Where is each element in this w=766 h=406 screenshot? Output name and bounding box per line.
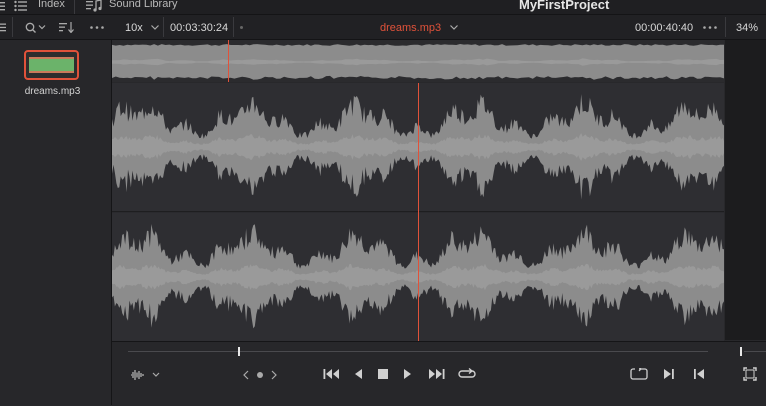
chevron-down-icon[interactable]: [151, 25, 159, 30]
skip-to-end-icon[interactable]: [427, 368, 445, 380]
play-reverse-icon[interactable]: [353, 368, 363, 380]
divider: [163, 17, 164, 37]
waveform-overview[interactable]: [112, 40, 724, 82]
sort-icon[interactable]: [59, 22, 75, 33]
project-title: MyFirstProject: [519, 0, 610, 12]
timecode-duration: 00:03:30:24: [170, 22, 229, 34]
panel-menu-icon[interactable]: [0, 23, 7, 32]
zoom-percent: 34%: [736, 22, 759, 34]
scrubber-track[interactable]: [128, 351, 708, 352]
fullscreen-icon[interactable]: [743, 367, 757, 381]
divider: [74, 0, 75, 14]
waveform-channels[interactable]: [112, 83, 724, 341]
status-dot: [240, 26, 243, 29]
sound-library-tab[interactable]: Sound Library: [109, 0, 178, 10]
volume-track[interactable]: [744, 351, 766, 352]
playhead[interactable]: [418, 83, 419, 341]
clip-thumbnail[interactable]: [24, 50, 79, 80]
scrubber-handle[interactable]: [238, 347, 241, 356]
stop-icon[interactable]: [377, 368, 389, 380]
music-note-icon[interactable]: [86, 0, 102, 12]
more-icon[interactable]: [90, 26, 104, 29]
mark-in-icon[interactable]: [663, 368, 675, 380]
clip-name-dropdown[interactable]: dreams.mp3: [380, 22, 441, 34]
search-icon[interactable]: [25, 22, 47, 33]
zoom-dropdown[interactable]: 10x: [125, 22, 143, 34]
waveform-icon[interactable]: [130, 369, 160, 381]
chevron-down-icon[interactable]: [450, 25, 458, 30]
index-tab[interactable]: Index: [38, 0, 65, 10]
divider: [12, 17, 13, 37]
prev-next-icon[interactable]: [242, 369, 278, 381]
overview-playhead[interactable]: [228, 40, 230, 82]
loop-region-icon[interactable]: [630, 368, 648, 380]
mark-out-icon[interactable]: [693, 368, 705, 380]
clip-thumbnail-label: dreams.mp3: [24, 86, 81, 97]
list-icon[interactable]: [14, 0, 28, 12]
volume-handle[interactable]: [740, 347, 742, 356]
more-icon[interactable]: [703, 26, 717, 29]
loop-icon[interactable]: [458, 367, 476, 381]
right-panel-column: [725, 40, 766, 340]
play-icon[interactable]: [403, 368, 413, 380]
top-bar: Index Sound Library MyFirstProject: [0, 0, 766, 15]
divider: [233, 17, 234, 37]
timecode-position: 00:00:40:40: [635, 22, 694, 34]
skip-to-start-icon[interactable]: [323, 368, 341, 380]
menu-icon[interactable]: [0, 1, 6, 11]
divider: [725, 17, 726, 37]
